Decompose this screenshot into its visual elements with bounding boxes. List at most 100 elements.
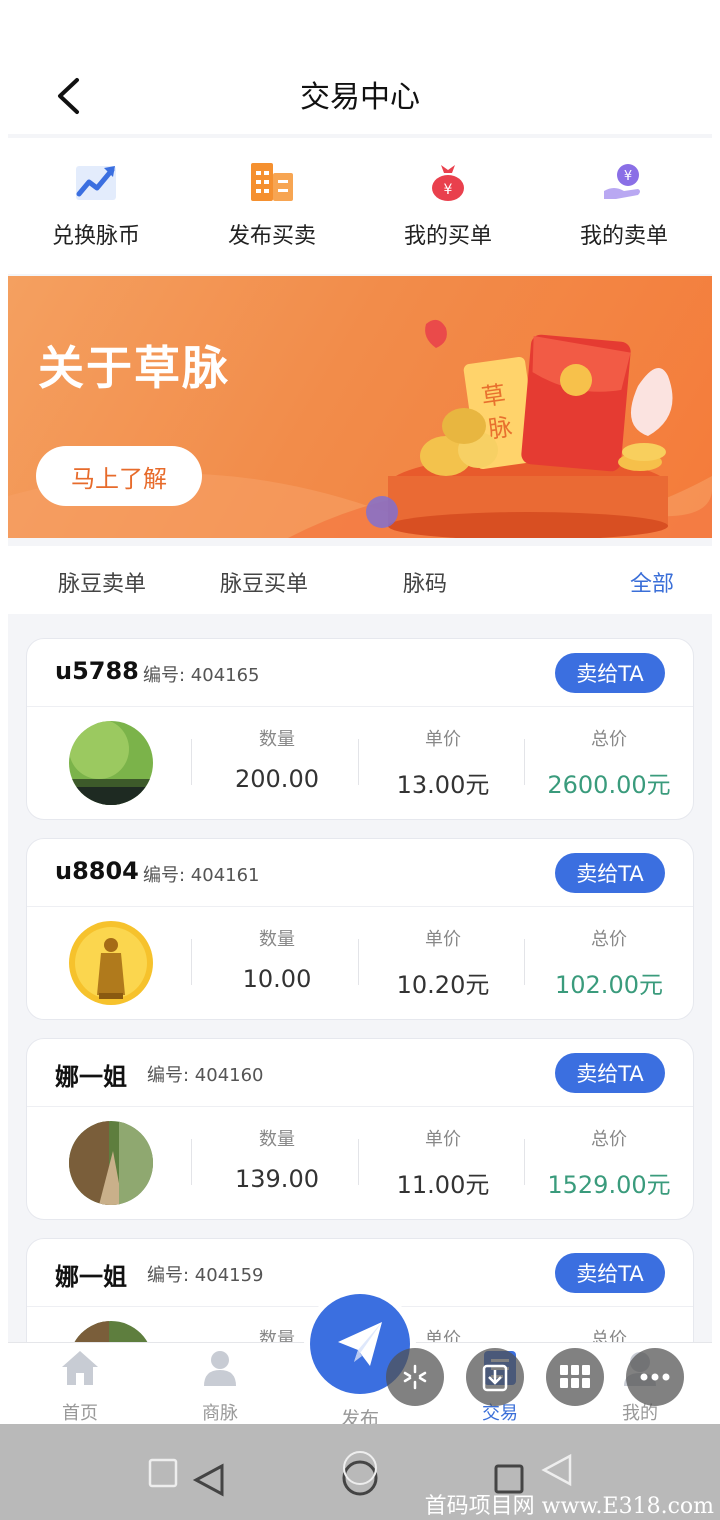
quantity-label: 数量 (259, 929, 295, 950)
sell-to-button[interactable]: 卖给TA (555, 653, 665, 693)
tab-code[interactable]: 脉码 (403, 566, 447, 598)
banner-title: 关于草脉 (38, 341, 230, 395)
quantity-label: 数量 (259, 1129, 295, 1150)
total-value: 102.00元 (555, 971, 663, 999)
sell-to-button[interactable]: 卖给TA (555, 853, 665, 893)
learn-more-button[interactable]: 马上了解 (36, 446, 202, 506)
quantity-value: 10.00 (242, 965, 312, 993)
my-buy-orders-action[interactable]: ¥ 我的买单 (360, 138, 536, 274)
quick-label: 发布买卖 (227, 224, 316, 249)
unit-price-column: 单价 10.20元 (368, 925, 518, 1000)
quantity-column: 数量 139.00 (202, 1125, 352, 1193)
listing-card: u8804 编号: 404161 卖给TA 数量 10.00 单价 10.20元… (26, 838, 694, 1020)
total-label: 总价 (591, 929, 627, 950)
divider (358, 939, 359, 985)
seller-name: u8804 (55, 857, 139, 885)
nav-label: 我的 (622, 1403, 658, 1424)
hand-coin-icon: ¥ (600, 158, 648, 206)
card-header: 娜一姐 编号: 404160 卖给TA (27, 1039, 693, 1107)
nav-home[interactable]: 首页 (20, 1343, 140, 1424)
unit-price-label: 单价 (425, 1129, 461, 1150)
money-bag-icon: ¥ (424, 158, 472, 206)
tab-all[interactable]: 全部 (630, 566, 674, 598)
home-icon (62, 1351, 98, 1385)
sparkle-icon (403, 1364, 427, 1390)
grid-icon (560, 1365, 590, 1388)
divider (358, 739, 359, 785)
quick-label: 我的卖单 (579, 224, 668, 249)
total-column: 总价 2600.00元 (534, 725, 684, 800)
unit-price-label: 单价 (425, 929, 461, 950)
quick-actions: 兑换脉币 发布买卖 ¥ 我的买单 ¥ 我的卖单 (8, 138, 712, 274)
nav-label: 商脉 (202, 1403, 238, 1424)
total-column: 总价 102.00元 (534, 925, 684, 1000)
person-icon (204, 1351, 236, 1386)
sell-to-button[interactable]: 卖给TA (555, 1253, 665, 1293)
unit-price-label: 单价 (425, 729, 461, 750)
order-number: 编号: 404160 (147, 1065, 264, 1086)
quantity-column: 数量 10.00 (202, 925, 352, 993)
header: 交易中心 (8, 0, 712, 134)
banner-badge-top: 草 (480, 380, 508, 411)
quick-label: 兑换脉币 (51, 224, 140, 249)
seller-name: u5788 (55, 657, 139, 685)
publish-trade-action[interactable]: 发布买卖 (184, 138, 360, 274)
svg-text:¥: ¥ (624, 169, 632, 184)
overlay-more-button[interactable] (626, 1348, 684, 1406)
unit-price-value: 10.20元 (396, 971, 490, 999)
market-tabs: 脉豆卖单 脉豆买单 脉码 全部 (8, 546, 712, 614)
order-number: 编号: 404165 (143, 665, 260, 686)
watermark: 首码项目网 www.E318.com (424, 1494, 714, 1519)
nav-business[interactable]: 商脉 (160, 1343, 280, 1424)
quantity-value: 200.00 (235, 765, 319, 793)
overlay-download-button[interactable] (466, 1348, 524, 1406)
divider (524, 939, 525, 985)
order-number: 编号: 404159 (147, 1265, 264, 1286)
total-column: 总价 1529.00元 (534, 1125, 684, 1200)
quick-label: 我的买单 (403, 224, 492, 249)
building-icon (248, 158, 296, 206)
my-sell-orders-action[interactable]: ¥ 我的卖单 (536, 138, 712, 274)
system-nav-bar: 首码项目网 www.E318.com (0, 1424, 720, 1520)
seller-name: 娜一姐 (55, 1263, 127, 1291)
divider (524, 739, 525, 785)
download-icon (482, 1364, 508, 1392)
quantity-label: 数量 (259, 729, 295, 750)
divider (191, 1139, 192, 1185)
avatar (69, 721, 153, 805)
more-icon (640, 1373, 670, 1381)
total-label: 总价 (591, 729, 627, 750)
exchange-coin-action[interactable]: 兑换脉币 (8, 138, 184, 274)
total-value: 2600.00元 (547, 771, 671, 799)
promo-banner[interactable]: 草 脉 关于草脉 马上了解 (8, 276, 712, 538)
sell-to-button[interactable]: 卖给TA (555, 1053, 665, 1093)
avatar (69, 1121, 153, 1205)
overlay-sparkle-button[interactable] (386, 1348, 444, 1406)
nav-label: 首页 (62, 1403, 98, 1424)
unit-price-value: 11.00元 (396, 1171, 490, 1199)
unit-price-column: 单价 13.00元 (368, 725, 518, 800)
svg-text:¥: ¥ (444, 182, 453, 198)
app-screen: 交易中心 兑换脉币 发布买卖 ¥ 我的买单 ¥ 我的卖单 草 脉 关于草脉 马上… (8, 0, 712, 1424)
tab-bean-sell[interactable]: 脉豆卖单 (58, 566, 146, 598)
chart-up-icon (72, 158, 120, 206)
nav-label: 发布 (340, 1408, 379, 1424)
divider (358, 1139, 359, 1185)
card-header: u8804 编号: 404161 卖给TA (27, 839, 693, 907)
total-label: 总价 (591, 1129, 627, 1150)
divider (191, 939, 192, 985)
divider (524, 1139, 525, 1185)
tab-bean-buy[interactable]: 脉豆买单 (220, 566, 308, 598)
order-number: 编号: 404161 (143, 865, 260, 886)
unit-price-value: 13.00元 (396, 771, 490, 799)
unit-price-column: 单价 11.00元 (368, 1125, 518, 1200)
avatar (69, 921, 153, 1005)
quantity-column: 数量 200.00 (202, 725, 352, 793)
listing-card: 娜一姐 编号: 404160 卖给TA 数量 139.00 单价 11.00元 … (26, 1038, 694, 1220)
page-title: 交易中心 (300, 80, 420, 115)
total-value: 1529.00元 (547, 1171, 671, 1199)
overlay-grid-button[interactable] (546, 1348, 604, 1406)
paper-plane-icon (338, 1322, 382, 1366)
card-header: u5788 编号: 404165 卖给TA (27, 639, 693, 707)
seller-name: 娜一姐 (55, 1063, 127, 1091)
